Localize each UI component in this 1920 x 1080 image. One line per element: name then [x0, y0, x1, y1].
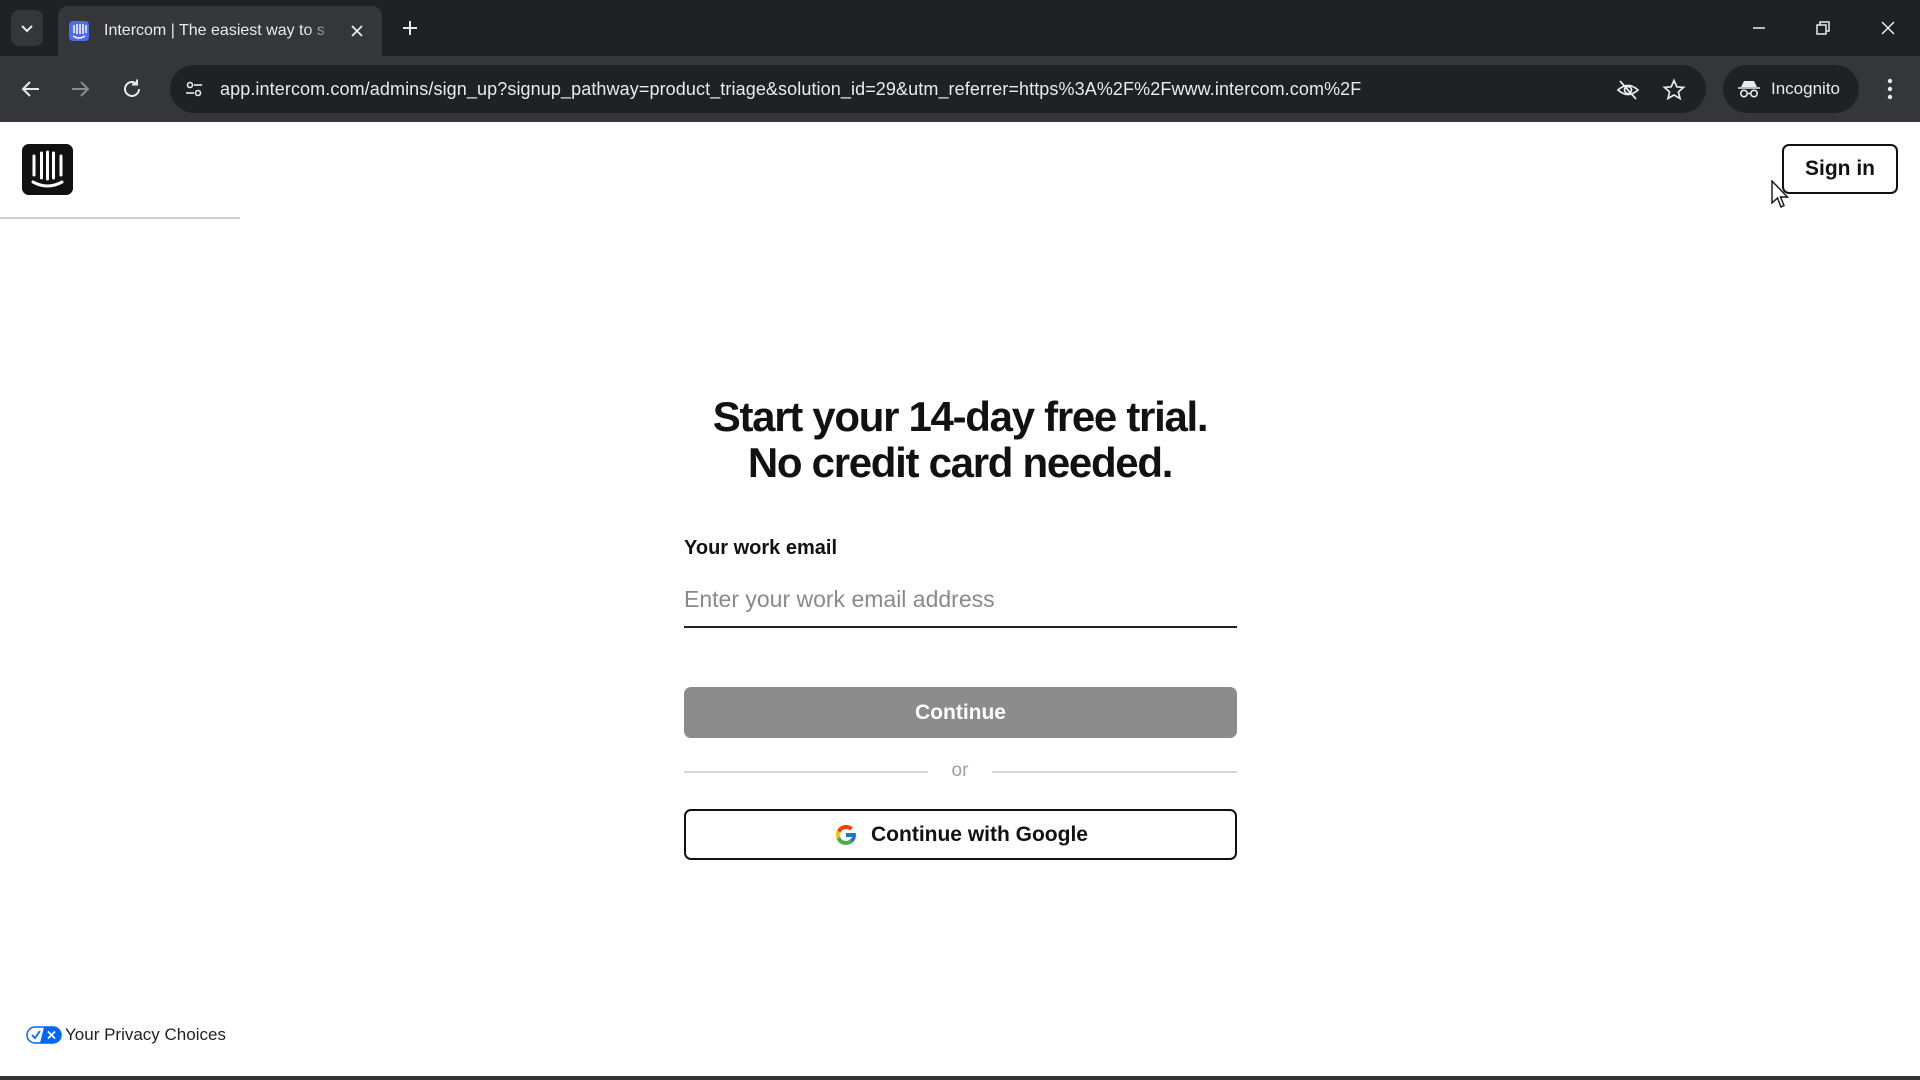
browser-tab-active[interactable]: Intercom | The easiest way to s — [58, 6, 382, 56]
continue-with-google-button[interactable]: Continue with Google — [684, 809, 1237, 860]
intercom-logo-icon[interactable] — [22, 144, 73, 195]
address-bar[interactable]: app.intercom.com/admins/sign_up?signup_p… — [170, 65, 1706, 113]
google-button-label: Continue with Google — [871, 822, 1088, 846]
close-icon — [351, 25, 363, 37]
incognito-icon — [1738, 81, 1760, 98]
eye-off-icon — [1616, 80, 1640, 100]
intercom-logo-icon — [69, 21, 89, 41]
tracking-protection-button[interactable] — [1615, 77, 1641, 103]
email-label: Your work email — [684, 537, 838, 559]
reload-icon — [124, 79, 140, 97]
page-content: Sign in Start your 14-day free trial. No… — [0, 122, 1920, 1080]
back-button[interactable] — [14, 72, 48, 106]
email-field[interactable] — [684, 572, 1237, 628]
url-text[interactable]: app.intercom.com/admins/sign_up?signup_p… — [220, 79, 1361, 100]
or-separator: or — [951, 760, 969, 781]
heading-line-2: No credit card needed. — [747, 439, 1174, 486]
site-info-button[interactable] — [182, 77, 206, 101]
privacy-toggle-icon — [26, 1026, 62, 1044]
google-g-icon — [836, 824, 857, 845]
more-vertical-icon — [1887, 78, 1893, 100]
incognito-label: Incognito — [1771, 79, 1840, 98]
incognito-indicator[interactable]: Incognito — [1723, 65, 1859, 113]
page-bottom-border — [0, 1076, 1920, 1080]
forward-button[interactable] — [63, 72, 97, 106]
tab-close-button[interactable] — [346, 20, 368, 42]
header-divider — [0, 217, 240, 219]
tab-search-button[interactable] — [11, 10, 43, 46]
divider-left — [684, 771, 928, 773]
close-icon — [1881, 21, 1895, 35]
restore-icon — [1816, 21, 1830, 35]
browser-menu-button[interactable] — [1876, 74, 1904, 104]
continue-button[interactable]: Continue — [684, 687, 1237, 738]
reload-button[interactable] — [115, 72, 149, 106]
browser-tab-bar: Intercom | The easiest way to s — [0, 0, 1920, 56]
minimize-icon — [1753, 27, 1765, 29]
bookmark-button[interactable] — [1661, 77, 1687, 103]
tune-icon — [186, 81, 202, 97]
sign-in-button[interactable]: Sign in — [1782, 144, 1898, 194]
restore-window-button[interactable] — [1808, 14, 1838, 42]
arrow-right-icon — [72, 81, 90, 97]
new-tab-button[interactable] — [396, 14, 424, 42]
plus-icon — [403, 21, 417, 35]
tab-title: Intercom | The easiest way to s — [104, 22, 325, 39]
minimize-window-button[interactable] — [1744, 14, 1774, 42]
divider-right — [992, 771, 1237, 773]
star-icon — [1662, 78, 1686, 101]
heading-line-1: Start your 14-day free trial. — [712, 393, 1209, 440]
browser-toolbar: app.intercom.com/admins/sign_up?signup_p… — [0, 56, 1920, 122]
close-window-button[interactable] — [1873, 14, 1903, 42]
page-title: Start your 14-day free trial. No credit … — [560, 394, 1360, 486]
chevron-down-icon — [21, 25, 33, 33]
privacy-choices-label: Your Privacy Choices — [65, 1025, 226, 1044]
arrow-left-icon — [21, 81, 39, 97]
mouse-cursor-icon — [1771, 180, 1790, 208]
privacy-choices-link[interactable]: Your Privacy Choices — [26, 1025, 226, 1045]
